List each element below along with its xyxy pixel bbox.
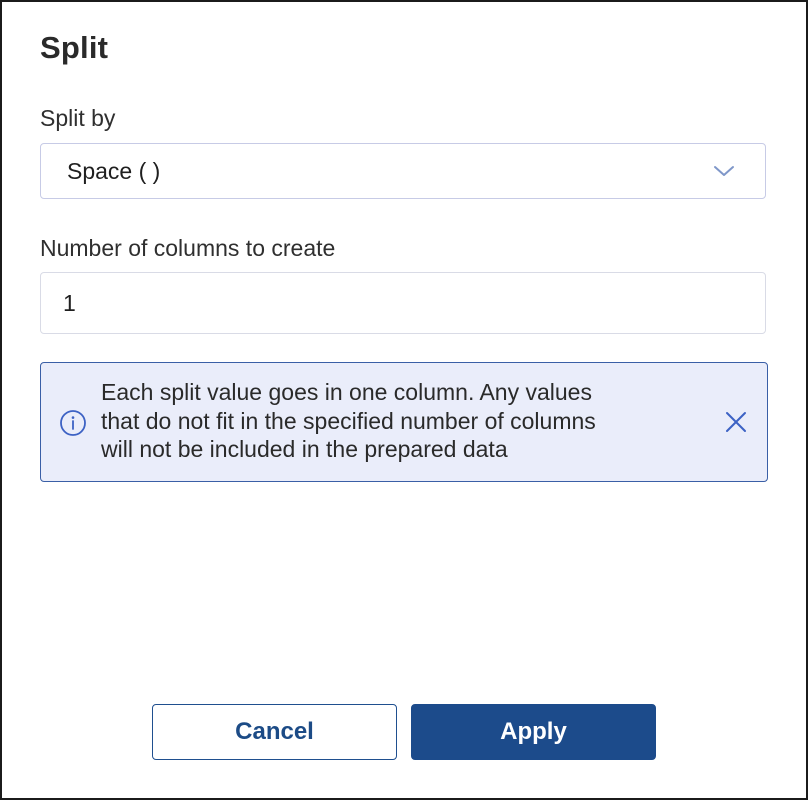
cancel-button[interactable]: Cancel <box>152 704 397 760</box>
close-icon[interactable] <box>723 409 749 435</box>
split-by-dropdown[interactable]: Space ( ) <box>40 143 766 199</box>
info-message-line: will not be included in the prepared dat… <box>101 436 508 462</box>
info-icon <box>60 410 86 436</box>
info-message: Each split value goes in one column. Any… <box>101 378 711 464</box>
dialog-title: Split <box>40 30 109 65</box>
info-banner: Each split value goes in one column. Any… <box>40 362 768 482</box>
info-message-line: that do not fit in the specified number … <box>101 407 596 434</box>
split-dialog: Split Split by Space ( ) Number of colum… <box>0 0 808 800</box>
info-message-line: Each split value goes in one column. Any… <box>101 379 592 405</box>
columns-count-label: Number of columns to create <box>40 235 336 261</box>
split-by-selected-value: Space ( ) <box>67 158 161 184</box>
columns-count-input[interactable] <box>40 272 766 334</box>
apply-button[interactable]: Apply <box>411 704 656 760</box>
split-by-label: Split by <box>40 105 116 131</box>
chevron-down-icon <box>714 166 734 176</box>
